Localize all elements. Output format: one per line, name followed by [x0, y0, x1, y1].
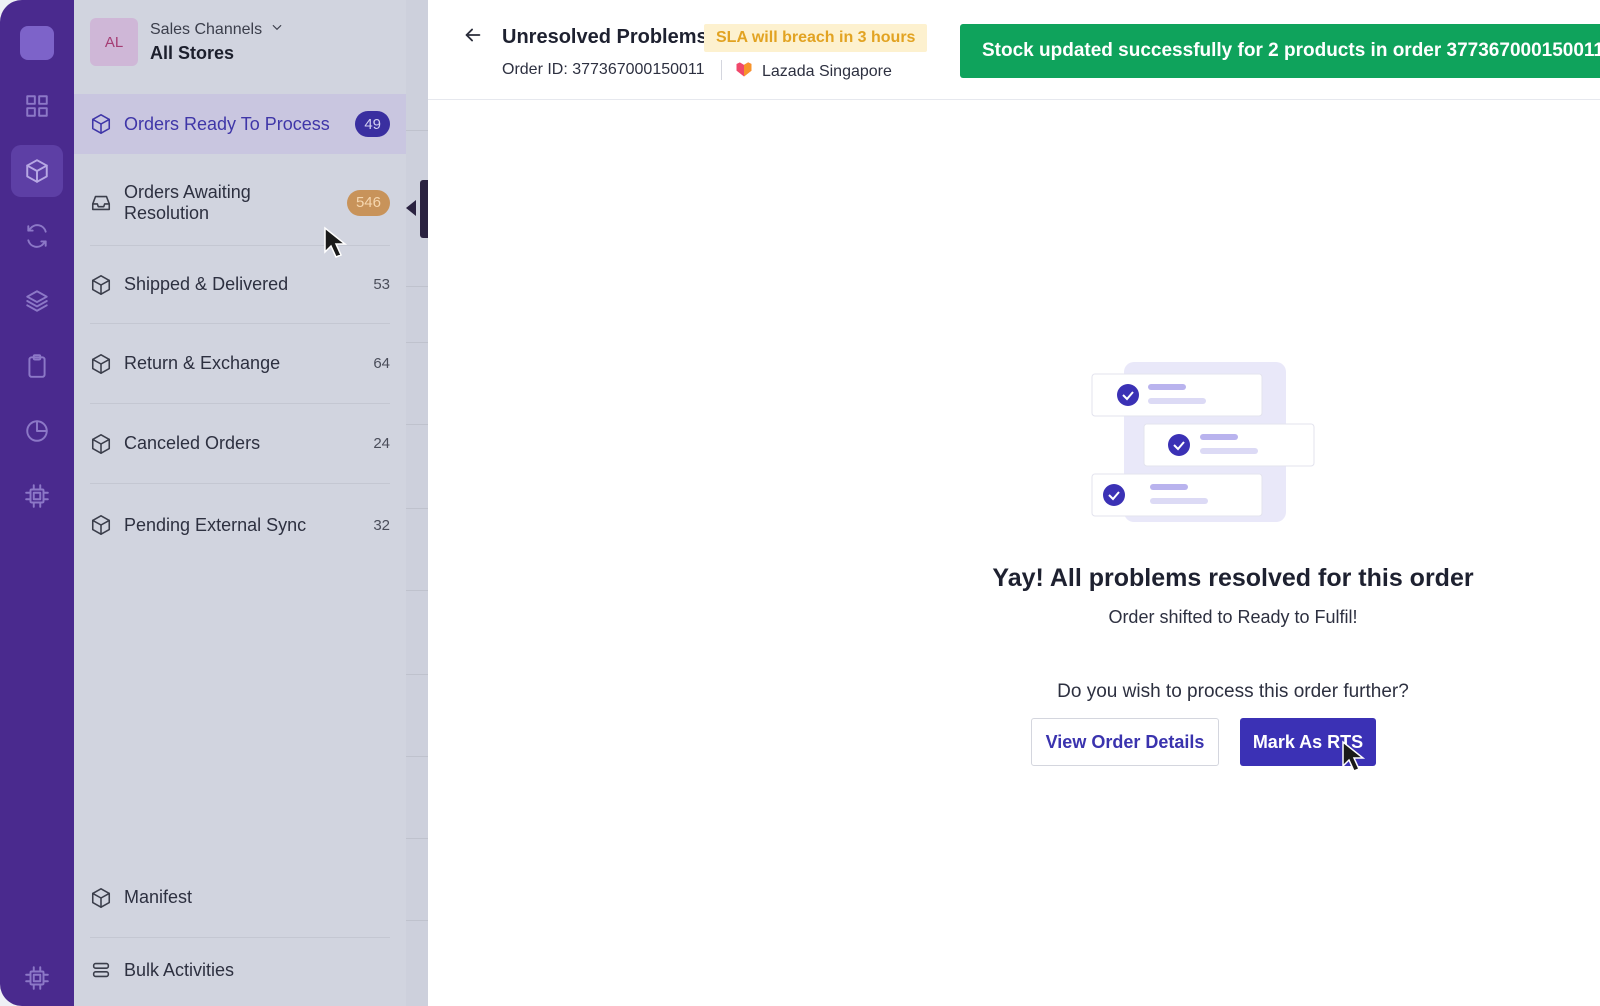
chip-icon[interactable] [11, 470, 63, 522]
dashboard-icon[interactable] [11, 80, 63, 132]
package-icon [90, 514, 112, 536]
sales-channels-label: Sales Channels [150, 20, 263, 38]
package-icon [90, 433, 112, 455]
sidebar-item-label: Orders Ready To Process [124, 113, 330, 134]
package-icon[interactable] [11, 145, 63, 197]
package-icon [90, 353, 112, 375]
count-text: 53 [373, 276, 390, 293]
sidebar-item-pending-external-sync[interactable]: Pending External Sync 32 [90, 484, 390, 566]
background-list-peek [406, 0, 428, 1006]
sidebar-item-label: Manifest [124, 887, 193, 907]
count-badge: 49 [355, 111, 390, 137]
success-subline: Order shifted to Ready to Fulfil! [1108, 607, 1358, 627]
process-question: Do you wish to process this order furthe… [1057, 681, 1409, 702]
stack-icon [90, 959, 112, 981]
package-icon [90, 274, 112, 296]
order-id: Order ID: 377367000150011 [502, 61, 705, 78]
clipboard-icon[interactable] [11, 340, 63, 392]
store-selector[interactable]: AL Sales Channels All Stores [90, 18, 284, 66]
order-problems-panel: Unresolved Problems SLA will breach in 3… [428, 0, 1600, 1006]
page-title: Unresolved Problems [502, 26, 708, 48]
count-text: 64 [373, 355, 390, 372]
sidebar-item-label: Shipped & Delivered [124, 274, 289, 294]
view-order-details-button[interactable]: View Order Details [1031, 718, 1219, 766]
mouse-cursor-icon [322, 226, 352, 262]
sidebar-item-label: Pending External Sync [124, 514, 307, 535]
sidebar-item-ready-to-process[interactable]: Orders Ready To Process 49 [74, 94, 406, 154]
lazada-logo-icon [734, 59, 754, 84]
resolved-illustration [1088, 362, 1328, 542]
sidebar-item-return-exchange[interactable]: Return & Exchange 64 [90, 324, 390, 404]
sidebar-item-label: Canceled Orders [124, 433, 261, 453]
package-icon [90, 113, 112, 135]
count-badge: 546 [346, 189, 390, 216]
sidebar: AL Sales Channels All Stores Orders Read… [74, 0, 406, 1006]
pie-chart-icon[interactable] [11, 405, 63, 457]
sidebar-item-manifest[interactable]: Manifest [90, 858, 390, 938]
success-headline: Yay! All problems resolved for this orde… [992, 564, 1474, 592]
app-logo[interactable] [20, 26, 54, 60]
chevron-down-icon[interactable] [270, 20, 284, 39]
sidebar-item-label: Bulk Activities [124, 959, 235, 980]
sidebar-item-canceled-orders[interactable]: Canceled Orders 24 [90, 404, 390, 484]
avatar: AL [90, 18, 138, 66]
marketplace-info: Lazada Singapore [734, 59, 892, 84]
store-name: All Stores [150, 43, 235, 63]
inbox-icon [90, 192, 112, 214]
marketplace-name: Lazada Singapore [762, 62, 892, 80]
icon-rail [0, 0, 74, 1006]
mouse-cursor-icon [1340, 740, 1370, 776]
count-text: 24 [373, 435, 390, 452]
tooltip-arrow [406, 200, 416, 216]
package-icon [90, 887, 112, 909]
chip-icon[interactable] [11, 952, 63, 1004]
sync-icon[interactable] [11, 210, 63, 262]
divider [721, 60, 722, 80]
sidebar-item-label: Return & Exchange [124, 353, 281, 373]
sla-badge: SLA will breach in 3 hours [704, 24, 928, 52]
success-toast: Stock updated successfully for 2 product… [960, 24, 1600, 78]
layers-icon[interactable] [11, 275, 63, 327]
sidebar-item-bulk-activities[interactable]: Bulk Activities [90, 940, 390, 1000]
sidebar-item-label: Orders Awaiting Resolution [124, 181, 251, 223]
back-arrow-icon[interactable] [462, 24, 488, 50]
panel-header: Unresolved Problems SLA will breach in 3… [428, 0, 1600, 100]
count-text: 32 [373, 516, 390, 534]
